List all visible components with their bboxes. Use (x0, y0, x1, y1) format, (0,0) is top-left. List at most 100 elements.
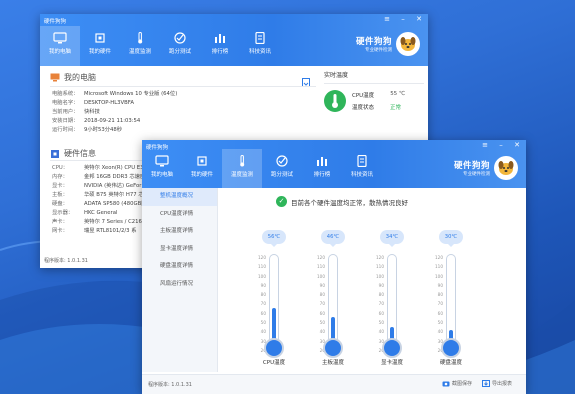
nav-label: 我的硬件 (88, 49, 111, 55)
scale-tick: 20 (246, 346, 266, 355)
scale-tick: 120 (376, 255, 384, 260)
sysinfo-row: 当前用户： 快科技 (52, 108, 177, 117)
thermo-bulb (382, 338, 402, 358)
nav-my-hardware[interactable]: 我的硬件 (182, 149, 222, 188)
hwinfo-row: 显卡： NVIDIA (英伟达) GeFor (52, 182, 149, 191)
scale-tick: 50 (319, 320, 325, 326)
thermo-bulb (441, 338, 461, 358)
thermometer-motherboard: 46℃ 120 110 100 90 80 70 60 50 40 30 20 主板温度 (305, 230, 365, 366)
scale-tick: 70 (319, 301, 325, 307)
info-value: 2018-09-21 11:03:54 (84, 118, 141, 124)
info-value: 9小时53分48秒 (84, 127, 123, 133)
scale-tick: 40 (260, 329, 266, 335)
info-value: ADATA SP580 (480GB固 (84, 201, 147, 207)
temperature-sidebar: 整机温度概况 CPU温度详情 主板温度详情 显卡温度详情 硬盘温度详情 风扇运行… (142, 188, 218, 372)
temp-scale: 120 110 100 90 80 70 60 50 40 30 20 (423, 253, 443, 355)
thermo-label: CPU温度 (262, 360, 286, 366)
temp-bubble: 56℃ (262, 230, 286, 247)
nav-my-hardware[interactable]: 我的硬件 (80, 26, 120, 66)
scale-tick: 120 (258, 255, 266, 260)
thermo-bulb (264, 338, 284, 358)
menu-icon[interactable]: ≡ (481, 142, 489, 149)
nav-my-computer[interactable]: 我的电脑 (40, 26, 80, 66)
nav-label: 跑分测试 (270, 172, 293, 178)
sysinfo-row: 电脑名字： DESKTOP-HL3VBFA (52, 99, 177, 108)
sidebar-item-motherboard[interactable]: 主板温度详情 (142, 223, 217, 241)
window-title: 硬件狗狗 (44, 19, 67, 25)
minimize-button[interactable]: – (497, 142, 505, 149)
nav-label: 排行榜 (313, 172, 331, 178)
sidebar-item-disk[interactable]: 硬盘温度详情 (142, 258, 217, 276)
close-button[interactable]: ✕ (513, 142, 521, 149)
scale-tick: 110 (258, 264, 266, 270)
brand: 硬件狗狗 专业硬件检测 (454, 156, 518, 180)
temp-scale: 120 110 100 90 80 70 60 50 40 30 20 (305, 253, 325, 355)
temp-state-label: 温度状态 (352, 105, 375, 111)
scale-tick: 110 (376, 264, 384, 270)
divider (324, 83, 424, 84)
thermo-label: 主板温度 (321, 360, 344, 366)
nav-ranking[interactable]: 排行榜 (200, 26, 240, 66)
scale-tick: 20 (364, 346, 384, 355)
sidebar-item-fan[interactable]: 风扇运行情况 (142, 276, 217, 294)
info-key: 网卡： (52, 228, 68, 234)
scale-tick: 120 (435, 255, 443, 260)
nav-ranking[interactable]: 排行榜 (302, 149, 342, 188)
sidebar-item-overview[interactable]: 整机温度概况 (142, 188, 217, 206)
scale-tick: 40 (437, 329, 443, 335)
nav-label: 我的电脑 (48, 49, 71, 55)
brand-slogan: 专业硬件检测 (365, 48, 392, 53)
menu-icon[interactable]: ≡ (383, 16, 391, 23)
main-nav: 我的电脑 我的硬件 温度监测 跑分测试 排行榜 科技资讯 (142, 149, 382, 188)
hardware-section-icon (51, 149, 59, 158)
hwinfo-row: 网卡： 瑞昱 RTL8101/2/3 系 (52, 227, 149, 236)
bar-chart-icon (317, 157, 327, 166)
scale-tick: 80 (378, 292, 384, 298)
sidebar-item-gpu[interactable]: 显卡温度详情 (142, 241, 217, 259)
nav-tech-news[interactable]: 科技资讯 (342, 149, 382, 188)
thermo-tube (446, 254, 456, 342)
scale-tick: 60 (260, 310, 266, 316)
screenshot-label: 截图保存 (452, 381, 473, 387)
hwinfo-row: 主板： 华硕 B75 英特尔 H77 芯 (52, 191, 149, 200)
bar-chart-icon (215, 34, 225, 43)
thermo-fill (272, 308, 276, 342)
sidebar-item-cpu[interactable]: CPU温度详情 (142, 206, 217, 224)
nav-temperature[interactable]: 温度监测 (120, 26, 160, 66)
nav-label: 我的电脑 (150, 172, 173, 178)
info-value: Microsoft Windows 10 专业版 (64位) (84, 91, 178, 97)
scale-tick: 30 (319, 338, 325, 344)
sysinfo-list: 电脑系统： Microsoft Windows 10 专业版 (64位) 电脑名字… (52, 90, 177, 135)
temp-state-value: 正常 (390, 105, 402, 111)
screenshot-button[interactable]: 截图保存 (442, 380, 472, 387)
scale-tick: 70 (437, 301, 443, 307)
nav-my-computer[interactable]: 我的电脑 (142, 149, 182, 188)
temp-bubble: 46℃ (321, 230, 345, 247)
nav-benchmark[interactable]: 跑分测试 (262, 149, 302, 188)
window-controls: ≡ – ✕ (481, 142, 521, 149)
document-icon (357, 155, 367, 167)
version-text: 程序版本: 1.0.1.31 (44, 258, 88, 264)
nav-temperature[interactable]: 温度监测 (222, 149, 262, 188)
scale-tick: 80 (260, 292, 266, 298)
thermometer-disk: 30℃ 120 110 100 90 80 70 60 50 40 30 20 硬盘温度 (423, 230, 483, 366)
section-title: 硬件信息 (64, 149, 96, 158)
info-key: 硬盘： (52, 201, 68, 207)
scale-tick: 80 (319, 292, 325, 298)
nav-tech-news[interactable]: 科技资讯 (240, 26, 280, 66)
gauge-icon (276, 155, 288, 167)
hwinfo-row: 内存： 金邦 16GB DDR3 芯速度 (52, 173, 149, 182)
nav-label: 温度监测 (128, 49, 151, 55)
scale-tick: 30 (437, 338, 443, 344)
scale-tick: 80 (437, 292, 443, 298)
nav-benchmark[interactable]: 跑分测试 (160, 26, 200, 66)
thermo-label: 硬盘温度 (439, 360, 462, 366)
scale-tick: 100 (258, 273, 266, 279)
close-button[interactable]: ✕ (415, 16, 423, 23)
gauge-icon (174, 32, 186, 44)
export-report-button[interactable]: 导出报表 (482, 380, 512, 387)
chip-icon (197, 156, 207, 166)
camera-icon (442, 381, 450, 387)
minimize-button[interactable]: – (399, 16, 407, 23)
thermo-tube (269, 254, 279, 342)
